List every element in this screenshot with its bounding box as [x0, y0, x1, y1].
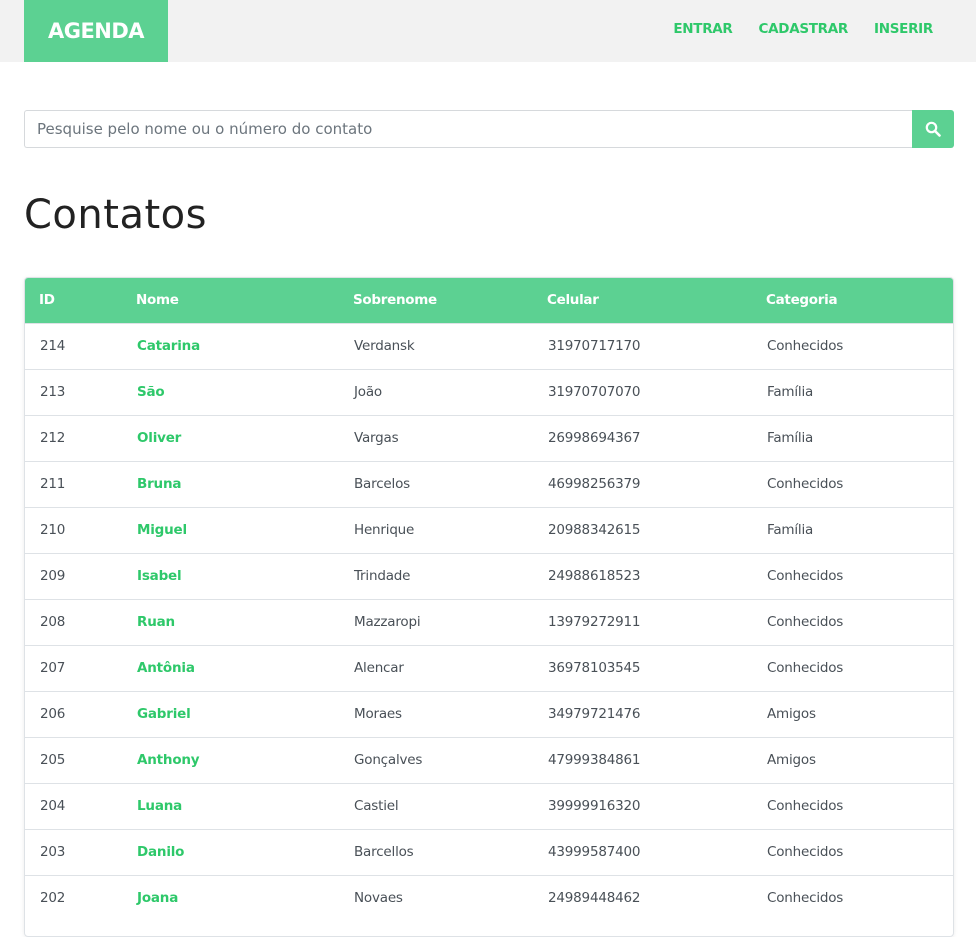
cell-celular: 47999384861 — [548, 752, 641, 768]
cell-categoria: Família — [767, 384, 814, 400]
contact-name-link[interactable]: Gabriel — [122, 691, 339, 737]
cell-categoria: Família — [767, 522, 814, 538]
cell-celular: 34979721476 — [548, 706, 641, 722]
cell-id: 202 — [40, 890, 66, 907]
cell-sobrenome: Verdansk — [354, 338, 415, 354]
cell-celular: 20988342615 — [548, 522, 641, 538]
table-row: 210 Miguel Henrique 20988342615 Família — [25, 507, 953, 553]
cell-sobrenome: Mazzaropi — [354, 614, 421, 630]
cell-categoria: Conhecidos — [767, 614, 844, 630]
nav-links: ENTRAR CADASTRAR INSERIR — [673, 0, 933, 58]
cell-celular: 36978103545 — [548, 660, 641, 676]
cell-sobrenome: Vargas — [354, 430, 399, 446]
table-row: 214 Catarina Verdansk 31970717170 Conhec… — [25, 323, 953, 369]
cell-categoria: Conhecidos — [767, 660, 844, 676]
search-button[interactable] — [912, 110, 954, 148]
table-row: 205 Anthony Gonçalves 47999384861 Amigos — [25, 737, 953, 783]
cell-categoria: Família — [767, 430, 814, 446]
nav-inserir-link[interactable]: INSERIR — [874, 21, 933, 37]
search-icon — [925, 121, 941, 137]
header-sobrenome: Sobrenome — [353, 292, 437, 309]
cell-id: 211 — [40, 476, 66, 492]
search-input[interactable] — [24, 110, 912, 148]
cell-celular: 31970717170 — [548, 338, 641, 354]
cell-categoria: Conhecidos — [767, 568, 844, 584]
header-categoria: Categoria — [766, 292, 838, 309]
contact-name-link[interactable]: Luana — [122, 783, 339, 829]
table-row: 202 Joana Novaes 24989448462 Conhecidos — [25, 875, 953, 921]
navbar: AGENDA ENTRAR CADASTRAR INSERIR — [0, 0, 976, 62]
cell-celular: 24988618523 — [548, 568, 641, 584]
cell-celular: 24989448462 — [548, 890, 641, 907]
cell-sobrenome: Novaes — [354, 890, 403, 907]
table-row: 211 Bruna Barcelos 46998256379 Conhecido… — [25, 461, 953, 507]
contact-name-link[interactable]: Isabel — [122, 553, 339, 599]
cell-sobrenome: João — [354, 384, 382, 400]
cell-sobrenome: Moraes — [354, 706, 402, 722]
contact-name-link[interactable]: Ruan — [122, 599, 339, 645]
table-row: 208 Ruan Mazzaropi 13979272911 Conhecido… — [25, 599, 953, 645]
cell-celular: 13979272911 — [548, 614, 641, 630]
cell-id: 204 — [40, 798, 66, 814]
cell-id: 205 — [40, 752, 66, 768]
cell-id: 203 — [40, 844, 66, 860]
table-row: 206 Gabriel Moraes 34979721476 Amigos — [25, 691, 953, 737]
cell-id: 212 — [40, 430, 66, 446]
header-nome: Nome — [136, 292, 179, 309]
contact-name-link[interactable]: Oliver — [122, 415, 339, 461]
cell-categoria: Conhecidos — [767, 844, 844, 860]
search-bar — [24, 110, 954, 148]
contacts-table-card: ID Nome Sobrenome Celular Categoria 214 … — [24, 277, 954, 937]
cell-sobrenome: Barcellos — [354, 844, 414, 860]
cell-celular: 26998694367 — [548, 430, 641, 446]
table-row: 213 São João 31970707070 Família — [25, 369, 953, 415]
nav-entrar-link[interactable]: ENTRAR — [673, 21, 732, 37]
nav-cadastrar-link[interactable]: CADASTRAR — [759, 21, 849, 37]
cell-categoria: Conhecidos — [767, 476, 844, 492]
contact-name-link[interactable]: Danilo — [122, 829, 339, 875]
cell-sobrenome: Gonçalves — [354, 752, 423, 768]
cell-sobrenome: Henrique — [354, 522, 415, 538]
contacts-table: ID Nome Sobrenome Celular Categoria 214 … — [25, 278, 953, 921]
cell-id: 210 — [40, 522, 66, 538]
header-id: ID — [39, 292, 55, 309]
contact-name-link[interactable]: Bruna — [122, 461, 339, 507]
table-row: 207 Antônia Alencar 36978103545 Conhecid… — [25, 645, 953, 691]
contact-name-link[interactable]: Antônia — [122, 645, 339, 691]
contact-name-link[interactable]: Joana — [122, 875, 339, 921]
cell-celular: 31970707070 — [548, 384, 641, 400]
table-row: 203 Danilo Barcellos 43999587400 Conheci… — [25, 829, 953, 875]
cell-id: 207 — [40, 660, 66, 676]
brand-label: AGENDA — [47, 19, 145, 43]
cell-sobrenome: Barcelos — [354, 476, 410, 492]
contact-name-link[interactable]: Miguel — [122, 507, 339, 553]
cell-id: 209 — [40, 568, 66, 584]
cell-categoria: Conhecidos — [767, 338, 844, 354]
cell-id: 213 — [40, 384, 66, 400]
cell-celular: 46998256379 — [548, 476, 641, 492]
cell-celular: 39999916320 — [548, 798, 641, 814]
contact-name-link[interactable]: Anthony — [122, 737, 339, 783]
cell-categoria: Conhecidos — [767, 798, 844, 814]
page-title: Contatos — [24, 192, 207, 238]
table-row: 212 Oliver Vargas 26998694367 Família — [25, 415, 953, 461]
cell-sobrenome: Trindade — [354, 568, 411, 584]
cell-categoria: Amigos — [767, 706, 816, 722]
table-row: 204 Luana Castiel 39999916320 Conhecidos — [25, 783, 953, 829]
cell-id: 206 — [40, 706, 66, 722]
contact-name-link[interactable]: São — [122, 369, 339, 415]
cell-id: 208 — [40, 614, 66, 630]
cell-sobrenome: Castiel — [354, 798, 399, 814]
cell-categoria: Conhecidos — [767, 890, 844, 907]
cell-categoria: Amigos — [767, 752, 816, 768]
contact-name-link[interactable]: Catarina — [122, 323, 339, 369]
table-header-row: ID Nome Sobrenome Celular Categoria — [25, 278, 953, 323]
cell-celular: 43999587400 — [548, 844, 641, 860]
cell-id: 214 — [40, 338, 66, 354]
header-celular: Celular — [547, 292, 599, 309]
brand-logo[interactable]: AGENDA — [24, 0, 168, 62]
table-row: 209 Isabel Trindade 24988618523 Conhecid… — [25, 553, 953, 599]
cell-sobrenome: Alencar — [354, 660, 404, 676]
